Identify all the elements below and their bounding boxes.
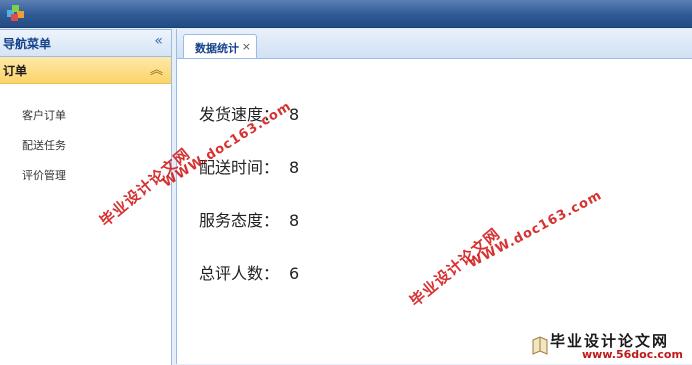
sidebar-header: 导航菜单 « [0, 30, 171, 57]
watermark-brand-url: www.56doc.com [582, 348, 683, 361]
menu-item-customer-orders[interactable]: 客户订单 [0, 101, 171, 131]
stat-row-service-attitude: 服务态度： 8 [199, 207, 299, 260]
sidebar-title: 导航菜单 [3, 37, 52, 51]
menu-group-title: 订单 [3, 64, 28, 78]
book-icon [532, 336, 548, 355]
tab-statistics[interactable]: 数据统计 × [183, 34, 257, 58]
stat-label: 总评人数 [199, 264, 264, 283]
app-topbar [0, 0, 692, 28]
stat-row-total-reviewers: 总评人数： 6 [199, 260, 299, 313]
tab-label: 数据统计 [195, 42, 239, 55]
close-icon[interactable]: × [242, 40, 251, 53]
stat-value: 8 [289, 158, 300, 177]
menu-group-orders[interactable]: 订单 ︽ [0, 57, 171, 84]
main-content: 数据统计 × 发货速度： 8 配送时间： 8 服务态度： 8 总评人数： 6 [176, 29, 692, 364]
stat-value: 8 [289, 211, 300, 230]
stat-separator: ： [263, 158, 280, 177]
app-logo-icon [7, 5, 24, 21]
stat-label: 服务态度 [199, 211, 264, 230]
tab-strip: 数据统计 × [177, 29, 692, 59]
double-chevron-left-icon[interactable]: « [154, 33, 163, 49]
stat-row-delivery-time: 配送时间： 8 [199, 154, 299, 207]
watermark-brand: 毕业设计论文网 www.56doc.com [530, 330, 692, 364]
stat-separator: ： [263, 264, 280, 283]
menu-item-delivery-tasks[interactable]: 配送任务 [0, 131, 171, 161]
double-chevron-up-icon[interactable]: ︽ [150, 59, 163, 78]
stat-separator: ： [263, 211, 280, 230]
stat-value: 6 [289, 264, 300, 283]
